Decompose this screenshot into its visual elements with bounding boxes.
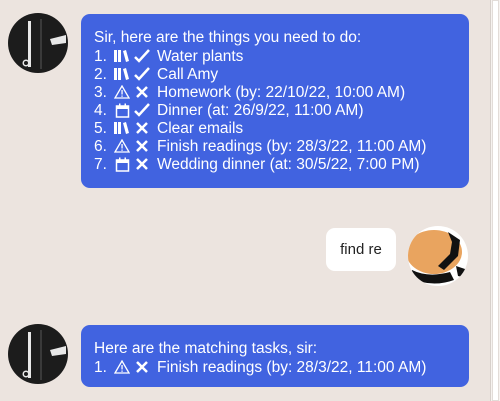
cross-icon	[133, 358, 151, 376]
task-item: 5. Clear emails	[94, 119, 457, 137]
check-icon	[133, 47, 151, 65]
cross-icon	[133, 137, 151, 155]
books-icon	[113, 119, 131, 137]
task-item: 2. Call Amy	[94, 65, 457, 83]
task-number: 6.	[94, 137, 107, 155]
task-text: Water plants	[157, 47, 244, 65]
task-item: 4. Dinner (at: 26/9/22, 11:00 AM)	[94, 101, 457, 119]
chat-pane[interactable]: Sir, here are the things you need to do:…	[0, 0, 490, 401]
task-number: 1.	[94, 47, 107, 65]
task-text: Clear emails	[157, 119, 244, 137]
task-number: 3.	[94, 83, 107, 101]
task-item: 1. Water plants	[94, 47, 457, 65]
bot-avatar	[8, 324, 68, 384]
task-item: 1. Finish readings (by: 28/3/22, 11:00 A…	[94, 358, 457, 376]
task-item: 3. Homework (by: 22/10/22, 10:00 AM)	[94, 83, 457, 101]
task-number: 1.	[94, 358, 107, 376]
message-header: Sir, here are the things you need to do:	[94, 29, 362, 46]
cross-icon	[133, 83, 151, 101]
calendar-icon	[113, 155, 131, 173]
task-item: 7. Wedding dinner (at: 30/5/22, 7:00 PM)	[94, 155, 457, 173]
bot-message-bubble: Here are the matching tasks, sir: 1. Fin…	[81, 325, 469, 387]
task-number: 2.	[94, 65, 107, 83]
task-number: 7.	[94, 155, 107, 173]
task-text: Dinner (at: 26/9/22, 11:00 AM)	[157, 101, 364, 119]
books-icon	[113, 47, 131, 65]
calendar-icon	[113, 101, 131, 119]
task-number: 4.	[94, 101, 107, 119]
task-text: Homework (by: 22/10/22, 10:00 AM)	[157, 83, 406, 101]
cross-icon	[133, 155, 151, 173]
task-text: Finish readings (by: 28/3/22, 11:00 AM)	[157, 137, 427, 155]
warning-icon	[113, 137, 131, 155]
user-message-text: find re	[340, 241, 382, 258]
check-icon	[133, 65, 151, 83]
cross-icon	[133, 119, 151, 137]
bot-message-bubble: Sir, here are the things you need to do:…	[81, 14, 469, 188]
task-item: 6. Finish readings (by: 28/3/22, 11:00 A…	[94, 137, 457, 155]
vertical-scrollbar[interactable]	[490, 0, 500, 401]
task-text: Wedding dinner (at: 30/5/22, 7:00 PM)	[157, 155, 420, 173]
task-text: Call Amy	[157, 65, 219, 83]
task-number: 5.	[94, 119, 107, 137]
task-text: Finish readings (by: 28/3/22, 11:00 AM)	[157, 358, 427, 376]
books-icon	[113, 65, 131, 83]
user-message-bubble: find re	[326, 228, 396, 271]
message-header: Here are the matching tasks, sir:	[94, 340, 318, 357]
warning-icon	[113, 83, 131, 101]
check-icon	[133, 101, 151, 119]
user-avatar	[408, 226, 468, 286]
scrollbar-thumb[interactable]	[492, 0, 499, 401]
warning-icon	[113, 358, 131, 376]
bot-avatar	[8, 13, 68, 73]
